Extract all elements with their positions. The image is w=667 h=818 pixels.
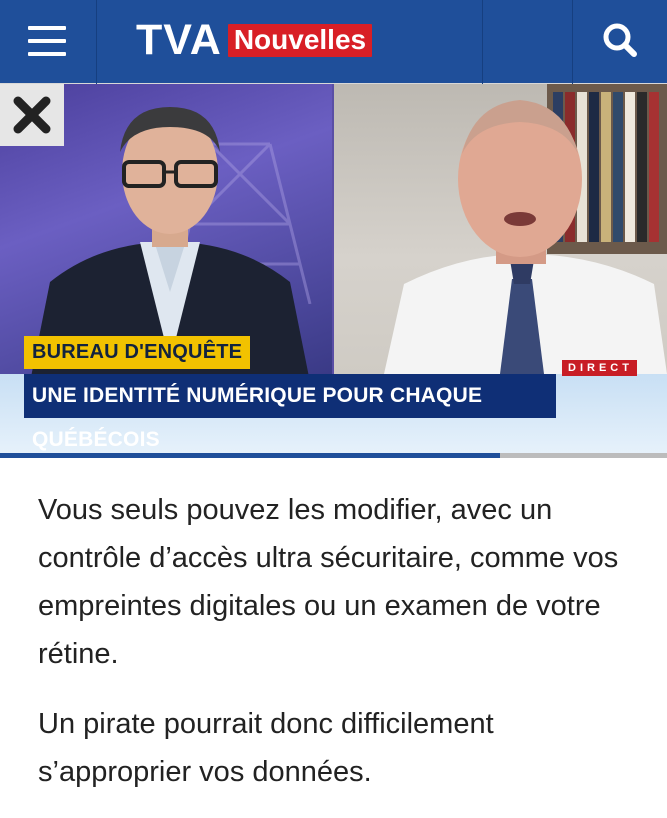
tva-nouvelles-logo[interactable]: TVA Nouvelles <box>136 12 373 68</box>
logo-badge-text: Nouvelles <box>227 23 373 57</box>
search-icon[interactable] <box>586 12 654 70</box>
hamburger-menu-icon[interactable] <box>14 14 78 68</box>
video-progress-fill <box>0 453 501 458</box>
header-divider <box>96 0 97 84</box>
article-body: Vous seuls pouvez les modifier, avec un … <box>38 486 638 818</box>
close-icon[interactable] <box>0 84 64 146</box>
guest-remote-pane <box>334 84 667 374</box>
article-paragraph: Vous seuls pouvez les modifier, avec un … <box>38 494 619 670</box>
lower-third-headline: UNE IDENTITÉ NUMÉRIQUE POUR CHAQUE QUÉBÉ… <box>24 374 556 451</box>
video-progress-bar[interactable] <box>0 453 667 458</box>
lower-third-tag: BUREAU D'ENQUÊTE <box>24 336 251 369</box>
logo-main-text: TVA <box>136 15 222 64</box>
app-header: TVA Nouvelles <box>0 0 667 84</box>
article-paragraph: Un pirate pourrait donc difficilement s’… <box>38 708 494 788</box>
live-badge: DIRECT <box>562 360 637 376</box>
video-player[interactable]: BUREAU D'ENQUÊTE UNE IDENTITÉ NUMÉRIQUE … <box>0 84 667 456</box>
header-divider <box>482 0 483 84</box>
header-divider <box>572 0 573 84</box>
guest-figure <box>384 100 667 374</box>
